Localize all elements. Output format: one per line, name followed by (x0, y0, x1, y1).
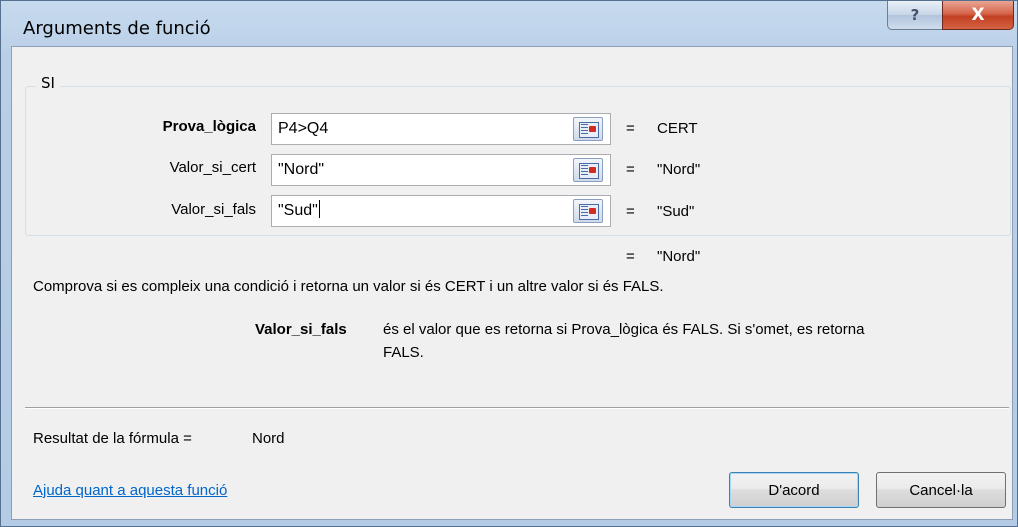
arg-help-text-continued: FALS. (383, 344, 424, 361)
title-bar[interactable]: Arguments de funció ? X (1, 1, 1017, 41)
arg-result-valor-si-fals: "Sud" (657, 203, 695, 220)
formula-result-value: Nord (252, 430, 285, 447)
arg-help-name: Valor_si_fals (255, 321, 347, 338)
arg-input-value: "Nord" (278, 161, 325, 178)
range-select-icon (579, 204, 599, 220)
equals-sign: = (626, 203, 635, 220)
text-caret (318, 200, 320, 218)
equals-sign: = (626, 161, 635, 178)
collapse-dialog-button[interactable] (573, 117, 603, 141)
arg-label-valor-si-cert: Valor_si_cert (169, 159, 256, 176)
separator (25, 407, 1009, 409)
formula-result-label: Resultat de la fórmula = (33, 430, 192, 447)
dialog-window: Arguments de funció ? X (0, 0, 1018, 527)
close-x-icon: X (971, 5, 985, 25)
close-button[interactable]: X (942, 1, 1014, 30)
overall-result: "Nord" (657, 248, 701, 265)
range-select-icon (579, 122, 599, 138)
question-mark-icon: ? (910, 6, 920, 24)
arg-help-text: és el valor que es retorna si Prova_lògi… (383, 321, 865, 338)
arg-label-valor-si-fals: Valor_si_fals (171, 201, 256, 218)
arg-input-value: "Sud" (278, 202, 318, 219)
arg-input-prova-logica[interactable]: P4>Q4 (271, 113, 611, 145)
range-select-icon (579, 163, 599, 179)
function-description: Comprova si es compleix una condició i r… (33, 278, 664, 295)
dialog-title: Arguments de funció (23, 18, 211, 39)
arg-input-valor-si-fals[interactable]: "Sud" (271, 195, 611, 227)
ok-button[interactable]: D'acord (729, 472, 859, 508)
arg-input-value: P4>Q4 (278, 120, 329, 137)
collapse-dialog-button[interactable] (573, 158, 603, 182)
arg-label-prova-logica: Prova_lògica (162, 118, 256, 135)
cancel-button[interactable]: Cancel·la (876, 472, 1006, 508)
cancel-button-label: Cancel·la (909, 481, 973, 499)
function-help-link[interactable]: Ajuda quant a aquesta funció (33, 482, 227, 499)
function-name: SI (36, 74, 60, 92)
help-button[interactable]: ? (887, 1, 943, 30)
arg-input-valor-si-cert[interactable]: "Nord" (271, 154, 611, 186)
equals-sign: = (626, 248, 635, 265)
collapse-dialog-button[interactable] (573, 199, 603, 223)
ok-button-label: D'acord (768, 481, 820, 499)
arg-result-valor-si-cert: "Nord" (657, 161, 701, 178)
arg-result-prova-logica: CERT (657, 120, 698, 137)
equals-sign: = (626, 120, 635, 137)
